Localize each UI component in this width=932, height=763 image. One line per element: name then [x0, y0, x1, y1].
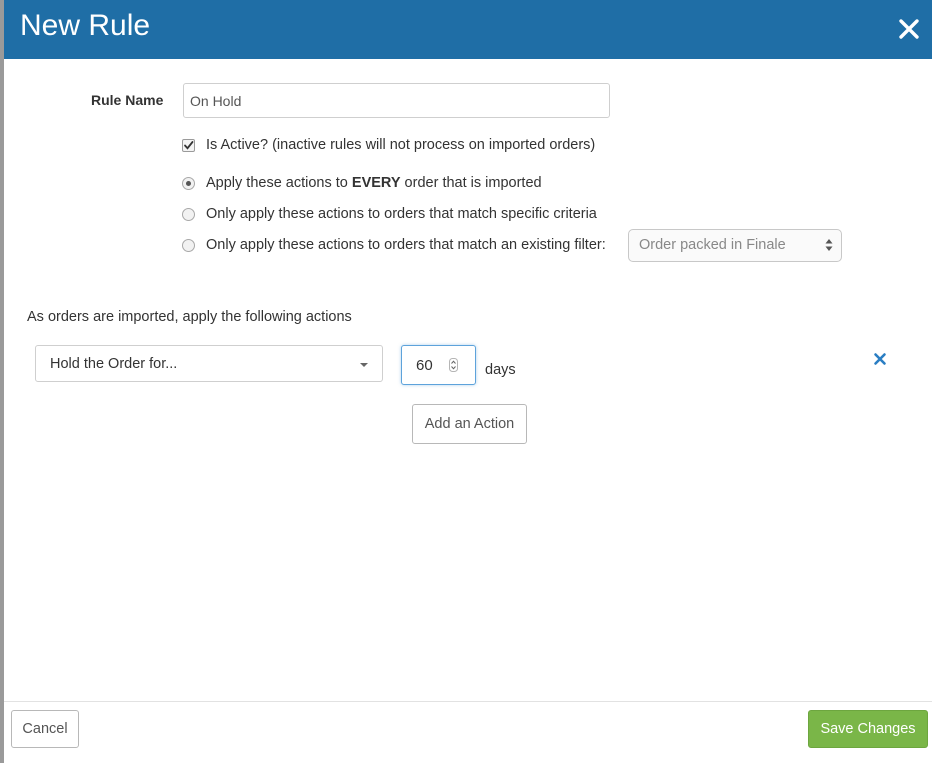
number-spinner-icon[interactable] [449, 358, 458, 376]
action-type-value: Hold the Order for... [50, 356, 178, 372]
cancel-button[interactable]: Cancel [11, 710, 79, 748]
new-rule-dialog: New Rule Rule Name Is Active? (inactive … [0, 0, 932, 763]
scope-label-filter: Only apply these actions to orders that … [206, 237, 606, 253]
hold-days-value: 60 [416, 357, 433, 374]
remove-icon[interactable] [873, 352, 887, 366]
dialog-header: New Rule [4, 0, 932, 59]
chevron-down-icon [360, 363, 368, 367]
actions-heading: As orders are imported, apply the follow… [27, 309, 352, 325]
action-type-select[interactable]: Hold the Order for... [35, 345, 383, 382]
rule-name-label: Rule Name [91, 92, 164, 108]
scope-radio-criteria[interactable] [182, 207, 195, 221]
is-active-label: Is Active? (inactive rules will not proc… [206, 137, 596, 153]
scope-option-filter[interactable]: Only apply these actions to orders that … [182, 237, 606, 253]
scope-label-every: Apply these actions to EVERY order that … [206, 175, 542, 191]
scope-radio-every[interactable] [182, 176, 195, 190]
scope-option-every[interactable]: Apply these actions to EVERY order that … [182, 175, 542, 191]
select-arrows-icon [825, 238, 833, 256]
rule-name-input[interactable] [183, 83, 610, 118]
dialog-title: New Rule [20, 9, 151, 42]
filter-select[interactable]: Order packed in Finale [628, 229, 842, 262]
add-action-button[interactable]: Add an Action [412, 404, 527, 444]
footer-divider [4, 701, 932, 702]
hold-days-input[interactable]: 60 [401, 345, 476, 385]
scope-label-criteria: Only apply these actions to orders that … [206, 206, 597, 222]
scope-radio-filter[interactable] [182, 238, 195, 252]
filter-select-value: Order packed in Finale [639, 237, 786, 253]
is-active-checkbox[interactable] [182, 138, 195, 152]
scope-option-criteria[interactable]: Only apply these actions to orders that … [182, 206, 597, 222]
close-icon[interactable] [894, 14, 924, 44]
hold-days-unit: days [485, 362, 516, 378]
save-changes-button[interactable]: Save Changes [808, 710, 928, 748]
is-active-option[interactable]: Is Active? (inactive rules will not proc… [182, 137, 595, 153]
